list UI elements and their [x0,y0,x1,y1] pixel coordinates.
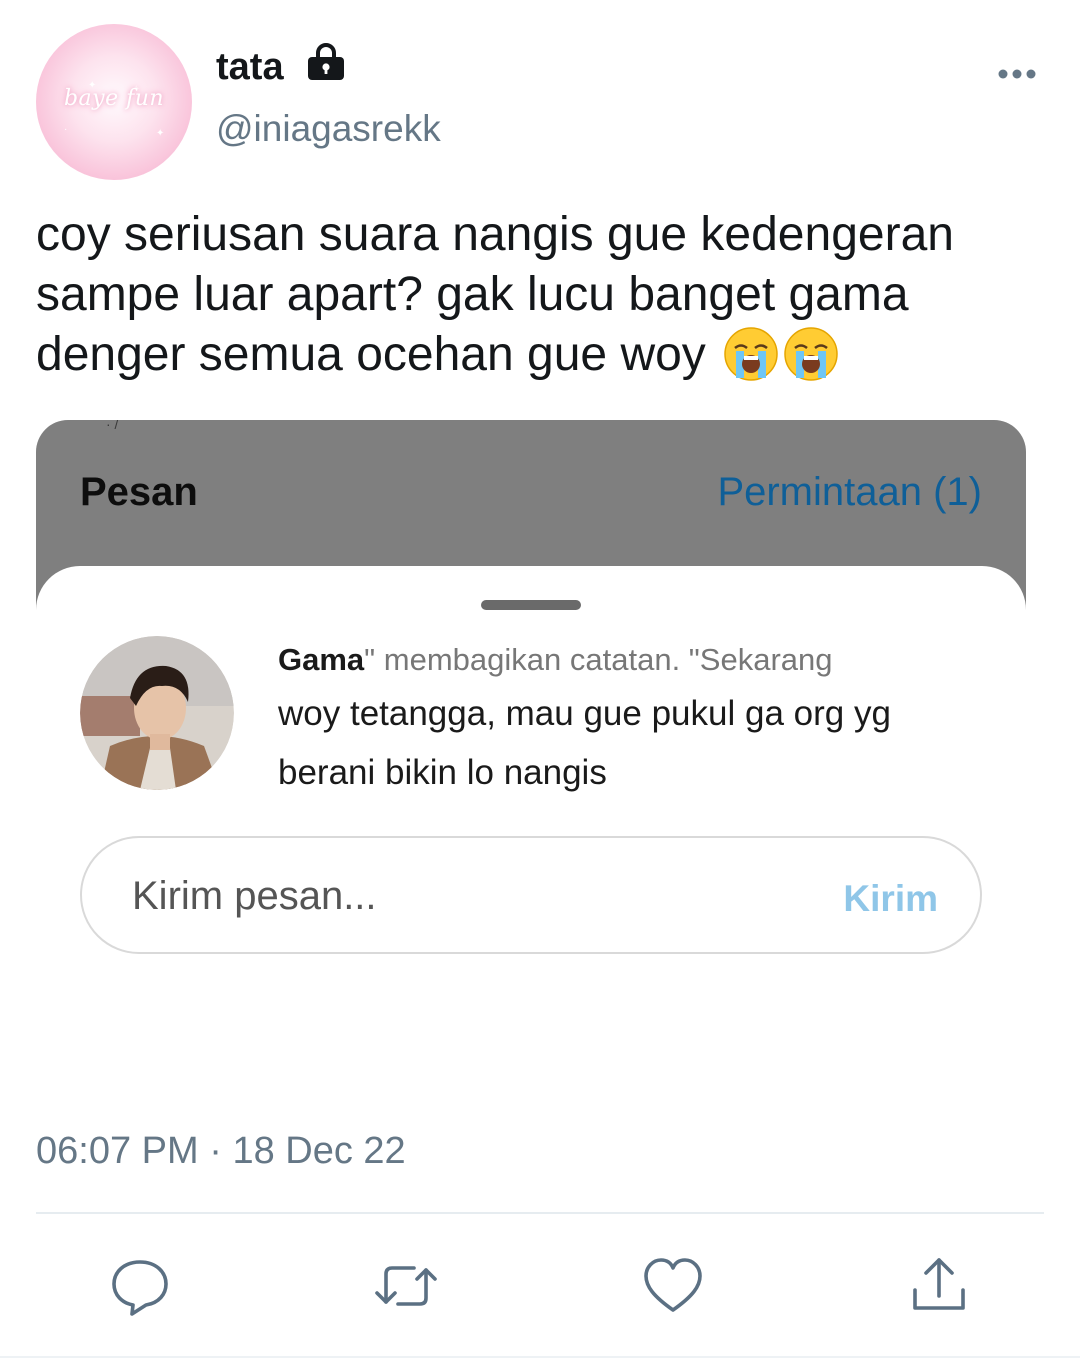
share-icon [913,1258,965,1310]
media-cropped-text: · / [106,420,119,432]
timestamp-separator: · [209,1130,222,1172]
media-send-label: Kirim [843,878,938,919]
note-sender-name: Gama [278,642,365,677]
retweet-button[interactable] [374,1254,438,1318]
like-icon [644,1258,702,1312]
media-message-placeholder: Kirim pesan... [132,874,377,918]
note-header: Gama" membagikan catatan. "Sekarang [278,642,833,678]
author-avatar[interactable]: ✦ ✦ ✦ · baye fun [36,24,192,180]
more-options-icon[interactable] [997,66,1037,82]
divider [36,1212,1044,1214]
sender-avatar [80,636,234,790]
tweet-text: coy seriusan suara nangis gue kedengeran… [36,205,1046,385]
note-body: woy tetangga, mau gue pukul ga org yg be… [278,694,891,792]
lock-icon [308,43,344,80]
like-button[interactable] [641,1254,705,1318]
media-note-sheet: Gama" membagikan catatan. "Sekarang woy … [36,566,1026,1030]
avatar-logo-text: baye fun [63,86,165,111]
sheet-drag-handle [481,600,581,610]
loudly-crying-face-icon [724,327,778,381]
retweet-icon [375,1266,437,1306]
reply-icon [112,1260,168,1316]
tweet-timestamp[interactable]: 06:07 PM · 18 Dec 22 [36,1130,406,1173]
share-button[interactable] [907,1254,971,1318]
tweet-date: 18 Dec 22 [232,1130,406,1172]
media-requests-link: Permintaan (1) [717,470,982,514]
tweet-time: 06:07 PM [36,1130,199,1172]
author-display-name[interactable]: tata [216,46,284,89]
reply-button[interactable] [108,1254,172,1318]
bottom-divider [0,1356,1080,1358]
media-messages-title: Pesan [80,470,198,514]
tweet-detail-page: ✦ ✦ ✦ · baye fun tata @iniagasrekk coy s… [0,0,1080,1367]
loudly-crying-face-icon [784,327,838,381]
media-message-input: Kirim pesan... Kirim [80,836,982,954]
note-action-text: " membagikan catatan. "Sekarang [364,642,833,677]
author-handle[interactable]: @iniagasrekk [216,108,441,150]
tweet-media-image[interactable]: · / Pesan Permintaan (1) Gama" membagika… [36,420,1026,1030]
